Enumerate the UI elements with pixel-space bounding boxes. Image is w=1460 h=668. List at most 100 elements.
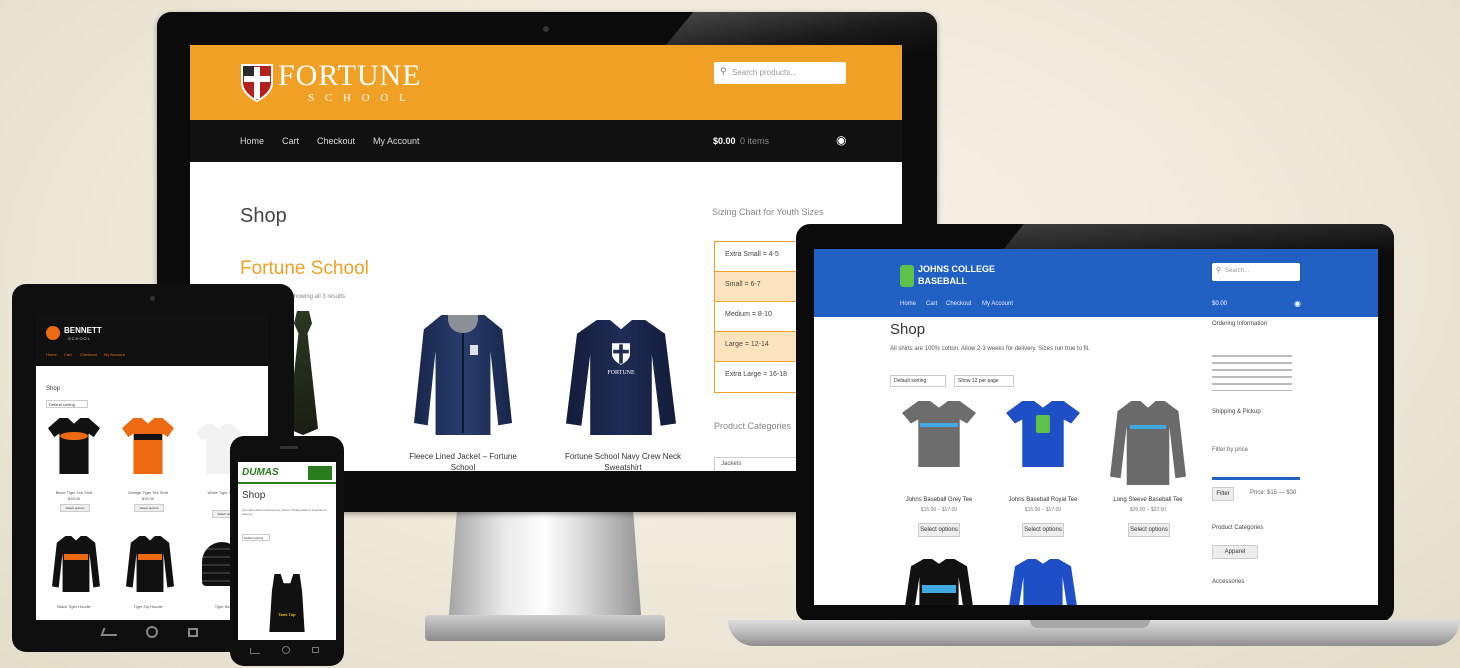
page-title: Shop xyxy=(890,321,926,338)
sort-select[interactable]: Default sorting xyxy=(890,375,946,387)
product-image-hoodie[interactable] xyxy=(904,559,974,605)
home-icon[interactable] xyxy=(282,646,290,654)
product-name[interactable]: Black Tiger Tee Shirt xyxy=(42,490,106,495)
fortune-nav: Home Cart Checkout My Account $0.00 0 it… xyxy=(190,120,902,162)
product-image-long-sleeve[interactable] xyxy=(1110,401,1186,485)
select-options-button[interactable]: Select options xyxy=(1022,523,1064,537)
cart-icon[interactable]: ◉ xyxy=(836,133,846,147)
laptop-notch xyxy=(1030,620,1150,628)
recent-apps-icon[interactable] xyxy=(188,628,198,637)
phone-speaker xyxy=(280,446,298,449)
select-options-button[interactable]: Select options xyxy=(134,504,164,512)
product-image-grey-tee[interactable] xyxy=(902,401,976,467)
dumas-badge xyxy=(308,466,332,480)
search-placeholder: Search products... xyxy=(732,68,797,77)
category-accessories-link[interactable]: Accessories xyxy=(1212,579,1244,585)
product-price: $15.00 xyxy=(67,496,81,501)
cart-icon[interactable]: ◉ xyxy=(1294,299,1301,308)
product-image-royal-tee[interactable] xyxy=(1006,401,1080,467)
phone-screen: DUMAS Shop All orders will be delivered … xyxy=(238,462,336,640)
nav-home[interactable]: Home xyxy=(900,301,916,307)
nav-checkout[interactable]: Checkout xyxy=(80,352,97,357)
bennett-header: BENNETT SCHOOL Home Cart Checkout My Acc… xyxy=(36,314,268,366)
cart-total[interactable]: $0.00 xyxy=(713,136,736,146)
recent-apps-icon[interactable] xyxy=(312,647,319,653)
product-image-sweatshirt[interactable]: FORTUNE xyxy=(566,320,676,435)
product-name-royal-tee[interactable]: Johns Baseball Royal Tee xyxy=(1000,497,1086,503)
product-name-grey-tee[interactable]: Johns Baseball Grey Tee xyxy=(896,497,982,503)
filter-button[interactable]: Filter xyxy=(1212,487,1234,501)
sidebar-title: Sizing Chart for Youth Sizes xyxy=(712,207,824,217)
johns-logo-subtext: BASEBALL xyxy=(918,276,967,286)
nav-my-account[interactable]: My Account xyxy=(982,301,1013,307)
nav-checkout[interactable]: Checkout xyxy=(946,301,971,307)
sidebar-text-block xyxy=(1212,355,1292,391)
johns-header: JOHNS COLLEGE BASEBALL ⚲ Search... Home … xyxy=(814,249,1378,317)
category-select-value: Jackets xyxy=(721,461,742,467)
per-page-select[interactable]: Show 12 per page xyxy=(954,375,1014,387)
nav-checkout[interactable]: Checkout xyxy=(317,136,355,146)
nav-cart[interactable]: Cart xyxy=(282,136,299,146)
product-categories-title: Product Categories xyxy=(714,421,792,431)
nav-my-account[interactable]: My Account xyxy=(373,136,420,146)
product-name[interactable]: Orange Tiger Tee Shirt xyxy=(116,490,180,495)
product-image-royal-pullover[interactable] xyxy=(1008,559,1078,605)
monitor-stand xyxy=(448,512,642,622)
shop-intro: All shirts are 100% cotton. Allow 2-3 we… xyxy=(890,346,1090,352)
dumas-logo-text[interactable]: DUMAS xyxy=(242,467,279,478)
page-title: Shop xyxy=(46,386,61,392)
product-price-long-sleeve: $20.00 – $22.00 xyxy=(1129,507,1167,513)
johns-logo-text[interactable]: JOHNS COLLEGE xyxy=(918,264,995,274)
nav-my-account[interactable]: My Account xyxy=(104,352,125,357)
home-icon[interactable] xyxy=(146,626,158,638)
tank-top-image[interactable] xyxy=(269,574,305,632)
sidebar-categories-title: Product Categories xyxy=(1212,525,1264,531)
nav-cart[interactable]: Cart xyxy=(64,352,72,357)
product-name-jacket[interactable]: Fleece Lined Jacket – Fortune School xyxy=(398,451,528,471)
fortune-shield-icon xyxy=(241,64,273,103)
product-image-zip-hoodie[interactable] xyxy=(126,536,174,592)
paw-icon xyxy=(46,326,60,340)
product-name[interactable]: Black Tiger Hoodie xyxy=(42,604,106,609)
back-icon[interactable] xyxy=(250,648,260,654)
search-input[interactable]: ⚲ Search products... xyxy=(714,62,846,84)
shop-intro: All orders will be delivered to school. … xyxy=(242,508,328,516)
search-icon: ⚲ xyxy=(1216,267,1222,274)
sort-select[interactable]: Default sorting xyxy=(46,400,88,408)
product-price-grey-tee: $15.00 – $17.00 xyxy=(920,507,958,513)
price-slider[interactable] xyxy=(1212,477,1300,480)
product-name[interactable]: Tiger Zip Hoodie xyxy=(116,604,180,609)
grey-tee-logo xyxy=(920,423,958,427)
product-image-black-tee[interactable] xyxy=(48,418,100,474)
select-options-button[interactable]: Select options xyxy=(1128,523,1170,537)
product-image-orange-tee[interactable] xyxy=(122,418,174,474)
long-sleeve-logo xyxy=(1130,425,1166,429)
category-apparel-link[interactable]: Apparel xyxy=(1212,545,1258,559)
fortune-logo-text[interactable]: FORTUNE xyxy=(278,59,422,93)
search-input[interactable]: ⚲ Search... xyxy=(1212,263,1300,281)
nav-cart[interactable]: Cart xyxy=(926,301,937,307)
back-icon[interactable] xyxy=(100,628,120,636)
cart-items[interactable]: 0 items xyxy=(740,136,769,146)
cart-total[interactable]: $0.00 xyxy=(1212,301,1227,307)
nav-home[interactable]: Home xyxy=(240,136,264,146)
product-image-black-hoodie[interactable] xyxy=(52,536,100,592)
product-name-sweatshirt[interactable]: Fortune School Navy Crew Neck Sweatshirt xyxy=(558,451,688,471)
black-hoodie-print xyxy=(64,554,88,560)
product-name-long-sleeve[interactable]: Long Sleeve Baseball Tee xyxy=(1104,497,1192,503)
laptop-screen: JOHNS COLLEGE BASEBALL ⚲ Search... Home … xyxy=(814,249,1378,605)
sort-select[interactable]: Default sorting xyxy=(242,534,270,541)
price-range: Price: $15 — $30 xyxy=(1250,490,1297,496)
black-tee-print xyxy=(60,432,88,440)
bennett-logo-subtext: SCHOOL xyxy=(68,336,91,341)
nav-home[interactable]: Home xyxy=(46,352,57,357)
monitor-base xyxy=(425,615,665,641)
select-options-button[interactable]: Select options xyxy=(60,504,90,512)
sidebar-shipping: Shipping & Pickup xyxy=(1212,409,1261,415)
dumas-header: DUMAS xyxy=(238,462,336,484)
category-title[interactable]: Fortune School xyxy=(240,258,369,280)
select-options-button[interactable]: Select options xyxy=(918,523,960,537)
product-image-jacket[interactable] xyxy=(414,315,512,435)
bennett-logo-text[interactable]: BENNETT xyxy=(64,326,102,335)
search-icon: ⚲ xyxy=(720,66,727,76)
